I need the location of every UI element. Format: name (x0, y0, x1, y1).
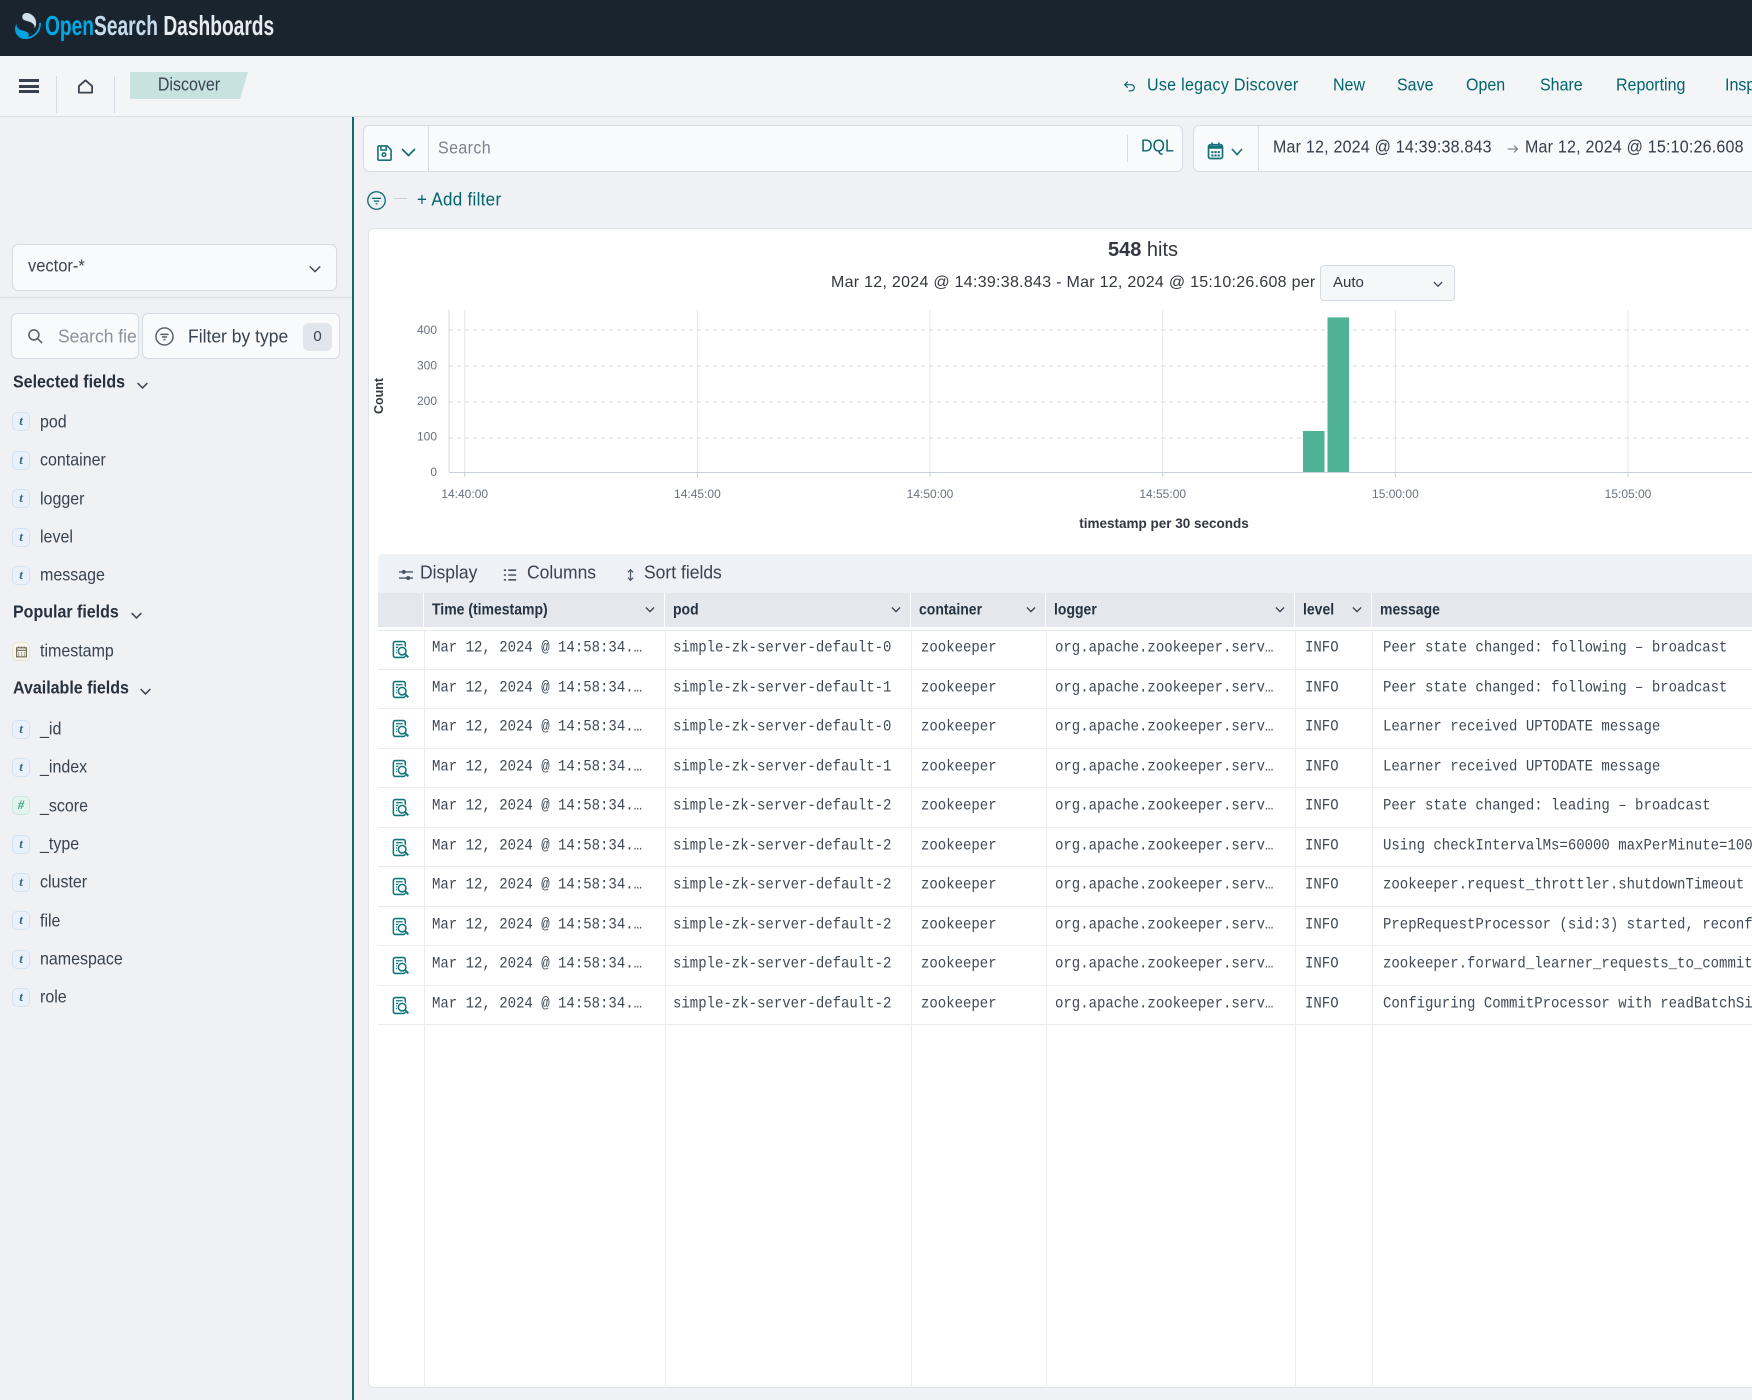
svg-text:100: 100 (417, 430, 437, 444)
svg-text:14:40:00: 14:40:00 (441, 487, 488, 501)
svg-text:14:55:00: 14:55:00 (1139, 487, 1186, 501)
svg-text:200: 200 (417, 394, 437, 408)
svg-text:15:05:00: 15:05:00 (1605, 487, 1652, 501)
svg-text:15:00:00: 15:00:00 (1372, 487, 1419, 501)
svg-text:14:50:00: 14:50:00 (907, 487, 954, 501)
svg-text:400: 400 (417, 323, 437, 337)
svg-text:timestamp per 30 seconds: timestamp per 30 seconds (1079, 516, 1249, 531)
svg-text:0: 0 (430, 465, 437, 479)
svg-text:Count: Count (372, 377, 386, 414)
svg-text:300: 300 (417, 359, 437, 373)
svg-text:14:45:00: 14:45:00 (674, 487, 721, 501)
